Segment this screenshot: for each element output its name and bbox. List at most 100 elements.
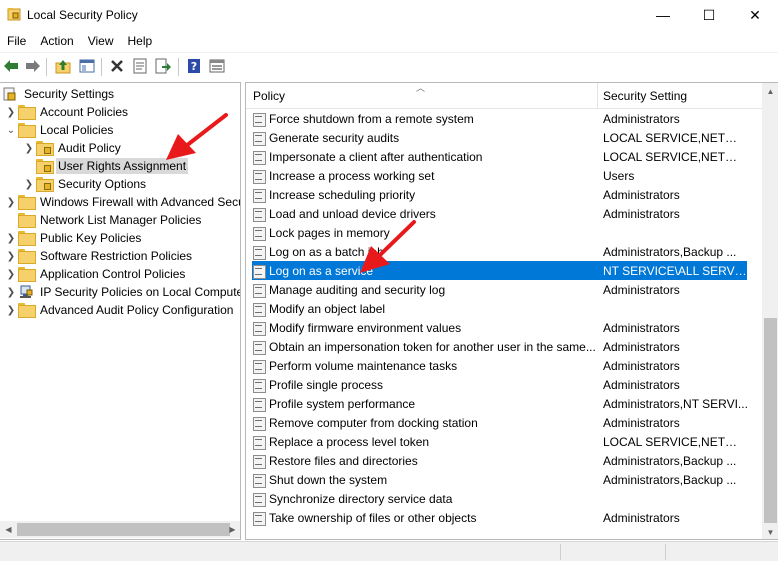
chevron-right-icon[interactable]: ❯ [22,179,36,190]
menu-file[interactable]: File [0,30,33,52]
policy-row[interactable]: Modify an object label [252,299,747,318]
policy-name: Lock pages in memory [269,225,390,240]
up-one-level-button[interactable] [54,57,72,75]
lock-icon [44,183,51,190]
maximize-button[interactable]: ☐ [686,0,732,30]
policy-row[interactable]: Profile system performance Administrators… [252,394,748,413]
policy-row[interactable]: Log on as a batch job Administrators,Back… [252,242,747,261]
policy-row[interactable]: Increase a process working set Users [252,166,747,185]
policy-row[interactable]: Manage auditing and security log Administ… [252,280,747,299]
forward-button[interactable] [24,57,42,75]
policy-name: Perform volume maintenance tasks [269,358,458,373]
tree-item-local-policies[interactable]: ⌄ Local Policies [4,121,115,139]
chevron-right-icon[interactable]: ❯ [4,269,18,280]
tree-item-account-policies[interactable]: ❯ Account Policies [4,103,130,121]
maximize-icon: ☐ [702,6,716,23]
chevron-right-icon[interactable]: ❯ [4,251,18,262]
policy-row[interactable]: Obtain an impersonation token for anothe… [252,337,747,356]
chevron-right-icon[interactable]: ❯ [4,287,18,298]
policy-row[interactable]: Synchronize directory service data [252,489,747,508]
policy-security-setting: Administrators [603,206,680,221]
policy-name: Impersonate a client after authenticatio… [269,149,483,164]
list-vertical-scrollbar[interactable]: ▲ ▼ [762,83,778,539]
policy-icon [252,150,266,165]
scroll-down-icon[interactable]: ▼ [762,524,778,539]
policy-name: Profile system performance [269,396,416,411]
properties-button[interactable] [131,57,149,75]
policy-name: Replace a process level token [269,434,430,449]
tree-item-audit-policy[interactable]: ❯ Audit Policy [22,139,123,157]
policy-row[interactable]: Generate security audits LOCAL SERVICE,NE… [252,128,748,147]
chevron-down-icon[interactable]: ⌄ [4,125,18,136]
tree-item-security-options[interactable]: ❯ Security Options [22,175,148,193]
tree-item-user-rights-assignment[interactable]: User Rights Assignment [36,157,189,175]
delete-icon [111,60,123,72]
svg-text:?: ? [191,60,197,73]
policy-name: Force shutdown from a remote system [269,111,474,126]
security-policy-app-icon [7,8,21,21]
policy-row[interactable]: Shut down the system Administrators,Backu… [252,470,747,489]
policy-row[interactable]: Restore files and directories Administrat… [252,451,747,470]
tree-item-ip-security[interactable]: ❯ IP Security Policies on Local Compute [4,283,240,301]
lock-icon [44,147,51,154]
scroll-right-icon[interactable]: ▶ [224,521,240,538]
tree-item-security-settings[interactable]: Security Settings [2,85,116,103]
policy-row[interactable]: Force shutdown from a remote system Admin… [252,109,747,128]
policy-row[interactable]: Take ownership of files or other objects… [252,508,747,527]
help-button[interactable]: ? [185,57,203,75]
forward-arrow-icon [26,60,40,72]
menu-action[interactable]: Action [33,30,80,52]
policy-row[interactable]: Profile single process Administrators [252,375,747,394]
chevron-right-icon[interactable]: ❯ [4,107,18,118]
policy-name: Profile single process [269,377,384,392]
policy-name: Log on as a batch job [269,244,384,259]
scroll-up-icon[interactable]: ▲ [762,83,778,100]
chevron-right-icon[interactable]: ❯ [22,143,36,154]
close-icon: ✕ [749,6,761,23]
locked-folder-icon [36,141,54,156]
policy-row[interactable]: Lock pages in memory [252,223,747,242]
back-button[interactable] [2,57,20,75]
policy-row[interactable]: Impersonate a client after authenticatio… [252,147,748,166]
tree-item-windows-firewall[interactable]: ❯ Windows Firewall with Advanced Secu [4,193,240,211]
policy-security-setting: LOCAL SERVICE,NETWO... [603,149,748,164]
column-divider[interactable] [597,83,598,109]
help-icon: ? [188,59,200,73]
status-divider [560,544,561,560]
status-divider [665,544,666,560]
policy-icon [252,245,266,260]
show-hide-console-tree-button[interactable] [78,57,96,75]
policy-row[interactable]: Modify firmware environment values Admini… [252,318,747,337]
tree-item-software-restriction[interactable]: ❯ Software Restriction Policies [4,247,194,265]
chevron-right-icon[interactable]: ❯ [4,305,18,316]
scrollbar-thumb[interactable] [17,523,230,536]
tree-item-public-key-policies[interactable]: ❯ Public Key Policies [4,229,143,247]
column-header-security-setting[interactable]: Security Setting [603,89,687,103]
close-button[interactable]: ✕ [732,0,778,30]
policy-security-setting: NT SERVICE\ALL SERVIC... [603,263,748,278]
policy-row[interactable]: Perform volume maintenance tasks Administ… [252,356,747,375]
policy-row[interactable]: Remove computer from docking station Admi… [252,413,747,432]
console-view-icon [209,59,225,73]
minimize-button[interactable]: — [640,0,686,30]
policy-row[interactable]: Load and unload device drivers Administra… [252,204,747,223]
export-list-button[interactable] [154,57,172,75]
menu-help[interactable]: Help [121,30,160,52]
tree-label: Local Policies [40,123,114,137]
tree-item-advanced-audit[interactable]: ❯ Advanced Audit Policy Configuration [4,301,235,319]
chevron-right-icon[interactable]: ❯ [4,233,18,244]
tree-item-application-control[interactable]: ❯ Application Control Policies [4,265,187,283]
console-view-button[interactable] [208,57,226,75]
policy-row[interactable]: Replace a process level token LOCAL SERVI… [252,432,748,451]
window-title: Local Security Policy [27,8,138,22]
chevron-right-icon[interactable]: ❯ [4,197,18,208]
policy-row[interactable]: Log on as a service NT SERVICE\ALL SERVIC… [252,261,748,280]
scrollbar-thumb[interactable] [764,318,777,523]
tree-item-network-list-manager[interactable]: Network List Manager Policies [18,211,203,229]
policy-row[interactable]: Increase scheduling priority Administrato… [252,185,747,204]
column-header-policy[interactable]: Policy [253,89,285,103]
delete-button[interactable] [108,57,126,75]
menu-view[interactable]: View [81,30,121,52]
scroll-left-icon[interactable]: ◀ [0,521,17,538]
tree-horizontal-scrollbar[interactable]: ◀ ▶ [0,521,240,538]
